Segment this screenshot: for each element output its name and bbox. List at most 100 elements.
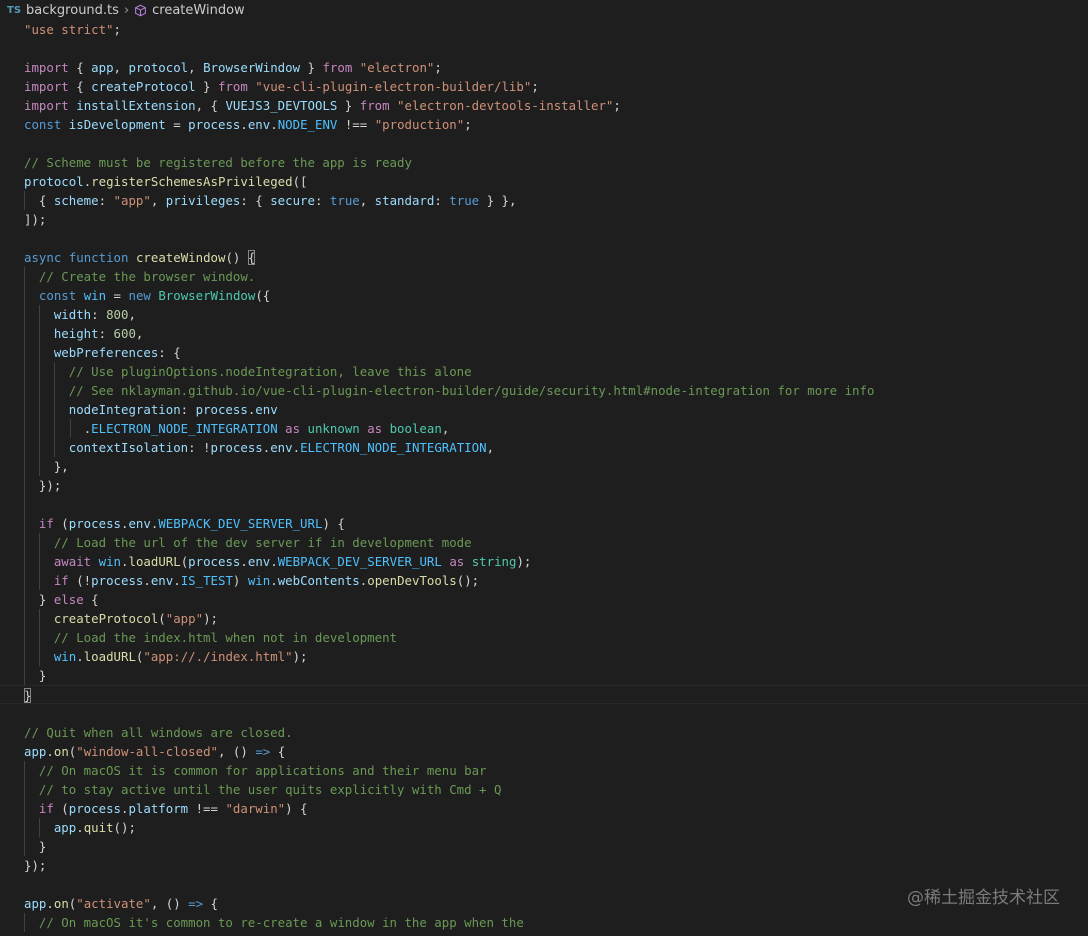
- code-line[interactable]: // Create the browser window.: [0, 267, 1088, 286]
- breadcrumb: TS background.ts › createWindow: [0, 0, 1088, 20]
- code-line[interactable]: const isDevelopment = process.env.NODE_E…: [0, 115, 1088, 134]
- indent-guide: [54, 419, 56, 438]
- code-token: }: [337, 98, 360, 113]
- code-line[interactable]: ]);: [0, 210, 1088, 229]
- code-line[interactable]: async function createWindow() {: [0, 248, 1088, 267]
- code-line[interactable]: // Load the index.html when not in devel…: [0, 628, 1088, 647]
- code-token: ,: [135, 326, 144, 341]
- code-line[interactable]: import { createProtocol } from "vue-cli-…: [0, 77, 1088, 96]
- indent-guide: [39, 362, 41, 381]
- code-line[interactable]: .ELECTRON_NODE_INTEGRATION as unknown as…: [0, 419, 1088, 438]
- function-symbol-icon: [135, 4, 147, 16]
- indent-guide: [24, 343, 25, 362]
- code-token: .: [292, 440, 301, 455]
- code-line[interactable]: width: 800,: [0, 305, 1088, 324]
- indent-guide: [24, 400, 25, 419]
- code-token: "vue-cli-plugin-electron-builder/lib": [255, 79, 532, 94]
- code-token: process: [195, 402, 248, 417]
- code-token: ,: [188, 60, 204, 75]
- code-line[interactable]: }: [0, 837, 1088, 856]
- code-line[interactable]: [0, 229, 1088, 248]
- code-token: if: [38, 516, 54, 531]
- code-line[interactable]: import installExtension, { VUEJS3_DEVTOO…: [0, 96, 1088, 115]
- code-token: {: [83, 592, 99, 607]
- breadcrumb-file[interactable]: background.ts: [26, 3, 119, 18]
- code-line[interactable]: win.loadURL("app://./index.html");: [0, 647, 1088, 666]
- code-token: 800: [106, 307, 129, 322]
- breadcrumb-symbol[interactable]: createWindow: [152, 3, 245, 18]
- code-token: : !: [188, 440, 211, 455]
- code-line[interactable]: "use strict";: [0, 20, 1088, 39]
- code-token: import: [24, 60, 69, 75]
- code-line[interactable]: // Load the url of the dev server if in …: [0, 533, 1088, 552]
- code-token: "activate": [76, 896, 151, 911]
- code-line[interactable]: height: 600,: [0, 324, 1088, 343]
- code-line[interactable]: if (process.platform !== "darwin") {: [0, 799, 1088, 818]
- code-token: unknown: [307, 421, 360, 436]
- code-line[interactable]: // See nklayman.github.io/vue-cli-plugin…: [0, 381, 1088, 400]
- code-line[interactable]: // Use pluginOptions.nodeIntegration, le…: [0, 362, 1088, 381]
- code-line[interactable]: // Scheme must be registered before the …: [0, 153, 1088, 172]
- indent-guide: [24, 666, 25, 685]
- code-token: BrowserWindow: [158, 288, 256, 303]
- code-line[interactable]: import { app, protocol, BrowserWindow } …: [0, 58, 1088, 77]
- code-area[interactable]: "use strict"; import { app, protocol, Bro…: [0, 20, 1088, 932]
- code-token: async: [24, 250, 62, 265]
- indent-guide: [24, 514, 25, 533]
- code-token: }: [38, 592, 54, 607]
- code-token: :: [98, 193, 114, 208]
- code-line[interactable]: { scheme: "app", privileges: { secure: t…: [0, 191, 1088, 210]
- code-line[interactable]: }: [0, 666, 1088, 685]
- code-line[interactable]: },: [0, 457, 1088, 476]
- code-token: process: [188, 554, 241, 569]
- code-line[interactable]: protocol.registerSchemesAsPrivileged([: [0, 172, 1088, 191]
- code-line[interactable]: [0, 495, 1088, 514]
- indent-guide: [24, 438, 25, 457]
- code-line[interactable]: // On macOS it is common for application…: [0, 761, 1088, 780]
- code-line[interactable]: nodeIntegration: process.env: [0, 400, 1088, 419]
- code-line[interactable]: createProtocol("app");: [0, 609, 1088, 628]
- code-line[interactable]: contextIsolation: !process.env.ELECTRON_…: [0, 438, 1088, 457]
- code-token: // Load the url of the dev server if in …: [53, 535, 472, 550]
- code-token: scheme: [53, 193, 99, 208]
- code-line[interactable]: [0, 134, 1088, 153]
- code-token: protocol: [128, 60, 189, 75]
- code-line[interactable]: // Quit when all windows are closed.: [0, 723, 1088, 742]
- code-token: as: [367, 421, 383, 436]
- code-line[interactable]: webPreferences: {: [0, 343, 1088, 362]
- code-line[interactable]: // On macOS it's common to re-create a w…: [0, 913, 1088, 932]
- code-line[interactable]: });: [0, 856, 1088, 875]
- code-token: ,: [150, 193, 166, 208]
- code-line[interactable]: });: [0, 476, 1088, 495]
- code-token: app: [24, 896, 47, 911]
- code-line[interactable]: [0, 39, 1088, 58]
- code-line[interactable]: // to stay active until the user quits e…: [0, 780, 1088, 799]
- code-line[interactable]: } else {: [0, 590, 1088, 609]
- code-token: // See nklayman.github.io/vue-cli-plugin…: [68, 383, 875, 398]
- code-token: (: [53, 801, 69, 816]
- code-token: (!: [68, 573, 92, 588]
- code-token: }: [300, 60, 323, 75]
- code-line[interactable]: }: [0, 685, 1088, 704]
- code-token: import: [24, 79, 69, 94]
- code-line[interactable]: const win = new BrowserWindow({: [0, 286, 1088, 305]
- code-line[interactable]: if (!process.env.IS_TEST) win.webContent…: [0, 571, 1088, 590]
- code-token: const: [24, 117, 62, 132]
- code-token: );: [516, 554, 532, 569]
- code-token: .: [270, 117, 278, 132]
- code-token: !==: [188, 801, 226, 816]
- code-line[interactable]: app.quit();: [0, 818, 1088, 837]
- indent-guide: [24, 590, 25, 609]
- code-line[interactable]: await win.loadURL(process.env.WEBPACK_DE…: [0, 552, 1088, 571]
- code-line[interactable]: app.on("window-all-closed", () => {: [0, 742, 1088, 761]
- code-token: openDevTools: [367, 573, 457, 588]
- code-line[interactable]: [0, 704, 1088, 723]
- code-line[interactable]: if (process.env.WEBPACK_DEV_SERVER_URL) …: [0, 514, 1088, 533]
